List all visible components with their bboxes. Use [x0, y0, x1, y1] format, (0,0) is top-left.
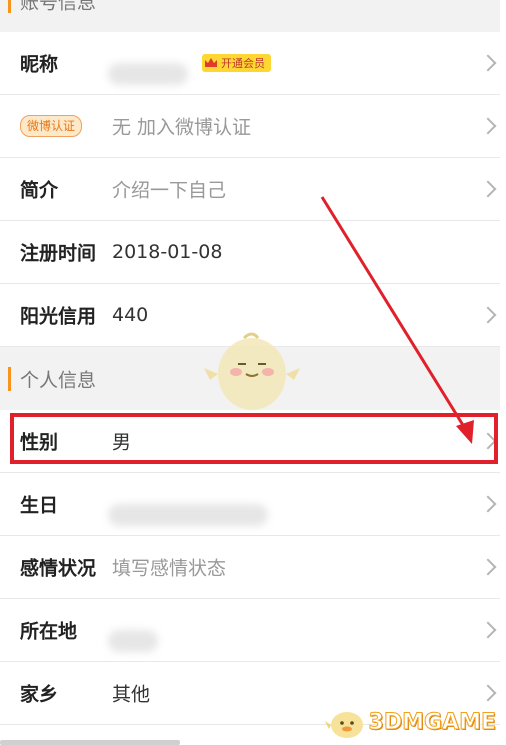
annotation-arrow-icon: [320, 196, 474, 444]
site-watermark: 3DMGAME: [324, 705, 497, 739]
scrollbar[interactable]: [0, 740, 180, 745]
mascot-small-icon: [324, 712, 363, 738]
highlight-box: [10, 413, 498, 464]
watermark-text: 3DMGAME: [368, 709, 496, 735]
